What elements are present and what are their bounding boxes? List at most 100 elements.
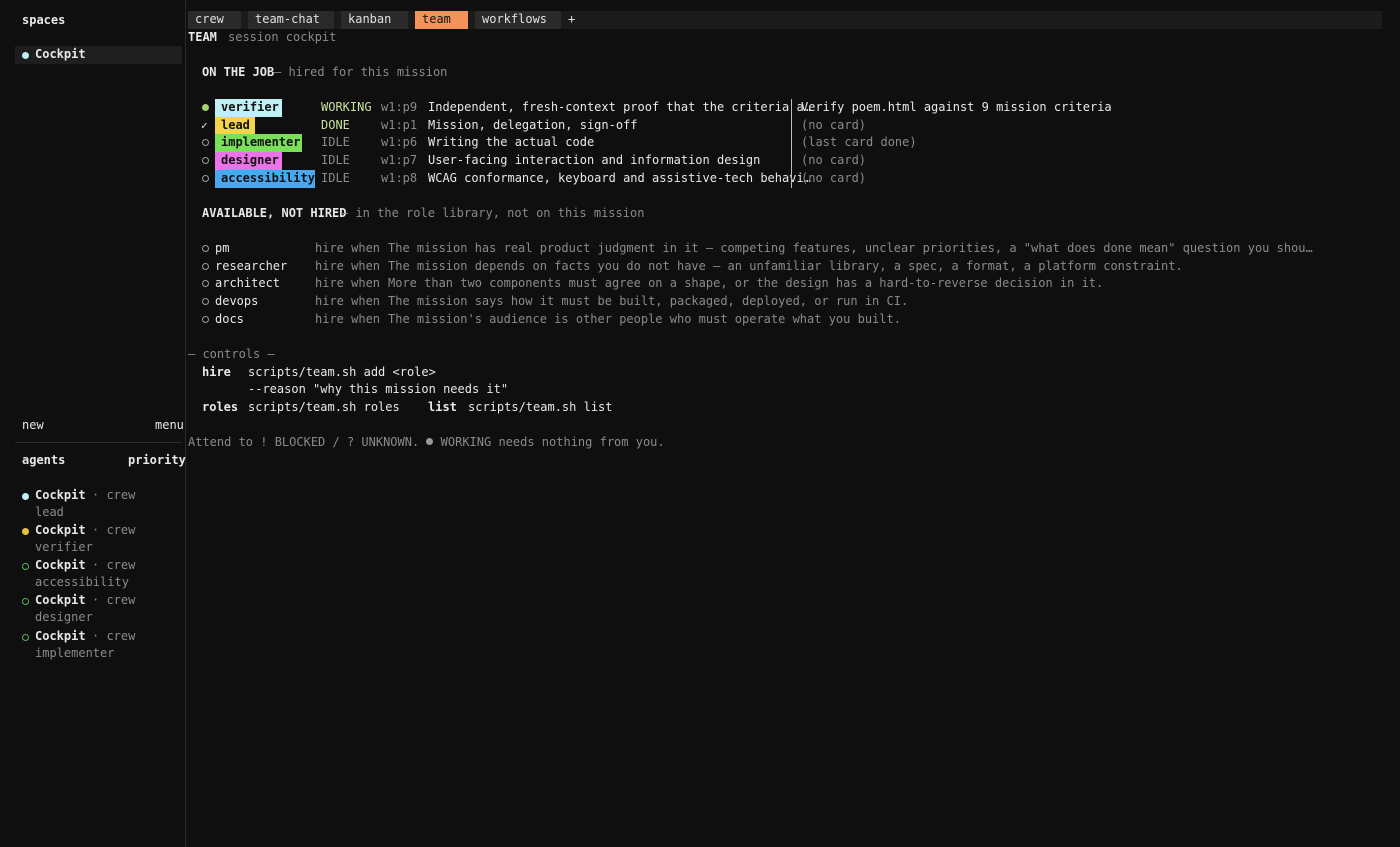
idle-dot-icon: [202, 139, 209, 146]
role-description: The mission's audience is other people w…: [388, 312, 901, 326]
roles-label: roles: [202, 400, 239, 414]
current-card: (no card): [801, 171, 867, 185]
space-status-dot-icon: [22, 52, 29, 59]
agent-item-designer[interactable]: Cockpit · crew designer: [0, 592, 186, 628]
role-name: researcher: [215, 259, 288, 273]
role-name: docs: [215, 312, 244, 326]
tab-crew[interactable]: crew: [188, 11, 241, 29]
footer-text-after: WORKING needs nothing from you.: [440, 435, 665, 449]
role-description: User-facing interaction and information …: [428, 153, 761, 167]
check-icon: ✓: [201, 119, 208, 132]
new-button[interactable]: new: [22, 417, 44, 435]
list-command[interactable]: scripts/team.sh list: [468, 399, 613, 417]
current-card: (no card): [801, 153, 867, 167]
agent-name: Cockpit: [35, 488, 86, 502]
idle-dot-icon: [202, 157, 209, 164]
roles-command[interactable]: scripts/team.sh roles: [248, 399, 400, 417]
role-name: pm: [215, 241, 230, 255]
menu-button[interactable]: menu: [155, 417, 184, 435]
agent-role: lead: [35, 505, 64, 519]
tab-workflows[interactable]: workflows: [475, 11, 561, 29]
footer-text-before: Attend to ! BLOCKED / ? UNKNOWN.: [188, 435, 420, 449]
sidebar-divider: [15, 442, 182, 443]
role-description: Independent, fresh-context proof that th…: [428, 100, 811, 114]
hire-command[interactable]: scripts/team.sh add <role>: [248, 364, 436, 382]
current-card: Verify poem.html against 9 mission crite…: [801, 100, 1112, 114]
role-description: The mission depends on facts you do not …: [388, 259, 1183, 273]
hire-when-label: hire when: [315, 294, 381, 308]
role-description: Writing the actual code: [428, 135, 595, 149]
agent-meta: · crew: [92, 629, 136, 643]
idle-dot-icon: [202, 175, 209, 182]
hire-label: hire: [202, 365, 231, 379]
agent-name: Cockpit: [35, 629, 86, 643]
pane-id: w1:p1: [381, 118, 418, 132]
available-dot-icon: [202, 298, 209, 305]
role-badge: accessibility: [215, 170, 315, 188]
page-subtitle: session cockpit: [228, 30, 337, 44]
role-description: More than two components must agree on a…: [388, 276, 1104, 290]
sidebar: spaces Cockpit new menu agents priority …: [0, 0, 186, 847]
available-dot-icon: [202, 316, 209, 323]
working-dot-icon: [202, 104, 209, 111]
agent-role: implementer: [35, 646, 115, 660]
agent-status-dot-icon: [22, 634, 29, 641]
agent-item-implementer[interactable]: Cockpit · crew implementer: [0, 628, 186, 664]
tab-kanban[interactable]: kanban: [341, 11, 408, 29]
role-description: The mission has real product judgment in…: [388, 241, 1313, 255]
agent-status-dot-icon: [22, 493, 29, 500]
pane-id: w1:p9: [381, 100, 418, 114]
status-label: DONE: [321, 118, 350, 132]
on-the-job-heading: ON THE JOB: [202, 65, 275, 79]
agent-meta: · crew: [92, 523, 136, 537]
tab-team-chat[interactable]: team-chat: [248, 11, 334, 29]
status-label: IDLE: [321, 171, 350, 185]
agent-item-lead[interactable]: Cockpit · crew lead: [0, 487, 186, 523]
agent-item-accessibility[interactable]: Cockpit · crew accessibility: [0, 557, 186, 593]
role-name: architect: [215, 276, 281, 290]
pane-id: w1:p6: [381, 135, 418, 149]
pane-id: w1:p7: [381, 153, 418, 167]
on-the-job-subheading: — hired for this mission: [274, 65, 448, 79]
page-title: TEAM: [188, 30, 217, 44]
hire-when-label: hire when: [315, 276, 381, 290]
role-badge: implementer: [215, 134, 302, 152]
agent-status-dot-icon: [22, 598, 29, 605]
hire-command-reason[interactable]: --reason "why this mission needs it": [248, 381, 508, 399]
hire-when-label: hire when: [315, 241, 381, 255]
agent-name: Cockpit: [35, 523, 86, 537]
current-card: (last card done): [801, 135, 917, 149]
space-label: Cockpit: [35, 47, 86, 61]
agent-role: designer: [35, 610, 93, 624]
available-dot-icon: [202, 280, 209, 287]
status-label: IDLE: [321, 135, 350, 149]
controls-heading: — controls —: [188, 347, 275, 361]
hire-when-label: hire when: [315, 259, 381, 273]
card-column-divider: [791, 99, 792, 188]
list-label: list: [428, 400, 457, 414]
agent-item-verifier[interactable]: Cockpit · crew verifier: [0, 522, 186, 558]
status-label: WORKING: [321, 100, 372, 114]
hire-when-label: hire when: [315, 312, 381, 326]
add-tab-button[interactable]: +: [568, 11, 575, 29]
tab-team[interactable]: team: [415, 11, 468, 29]
role-badge: designer: [215, 152, 282, 170]
available-heading: AVAILABLE, NOT HIRED: [202, 206, 347, 220]
agent-name: Cockpit: [35, 593, 86, 607]
spaces-heading: spaces: [22, 13, 66, 27]
working-dot-icon: [426, 438, 434, 445]
priority-sort-button[interactable]: priority: [128, 452, 186, 470]
agents-heading: agents: [22, 453, 66, 467]
available-subheading: — in the role library, not on this missi…: [341, 206, 645, 220]
agent-meta: · crew: [92, 488, 136, 502]
agent-meta: · crew: [92, 558, 136, 572]
agent-role: accessibility: [35, 575, 129, 589]
role-description: WCAG conformance, keyboard and assistive…: [428, 171, 811, 185]
role-badge: lead: [215, 117, 255, 135]
agent-status-dot-icon: [22, 563, 29, 570]
agent-meta: · crew: [92, 593, 136, 607]
role-name: devops: [215, 294, 259, 308]
agent-role: verifier: [35, 540, 93, 554]
space-item-cockpit[interactable]: Cockpit: [15, 46, 182, 64]
footer-hint: Attend to ! BLOCKED / ? UNKNOWN. WORKING…: [188, 434, 665, 452]
